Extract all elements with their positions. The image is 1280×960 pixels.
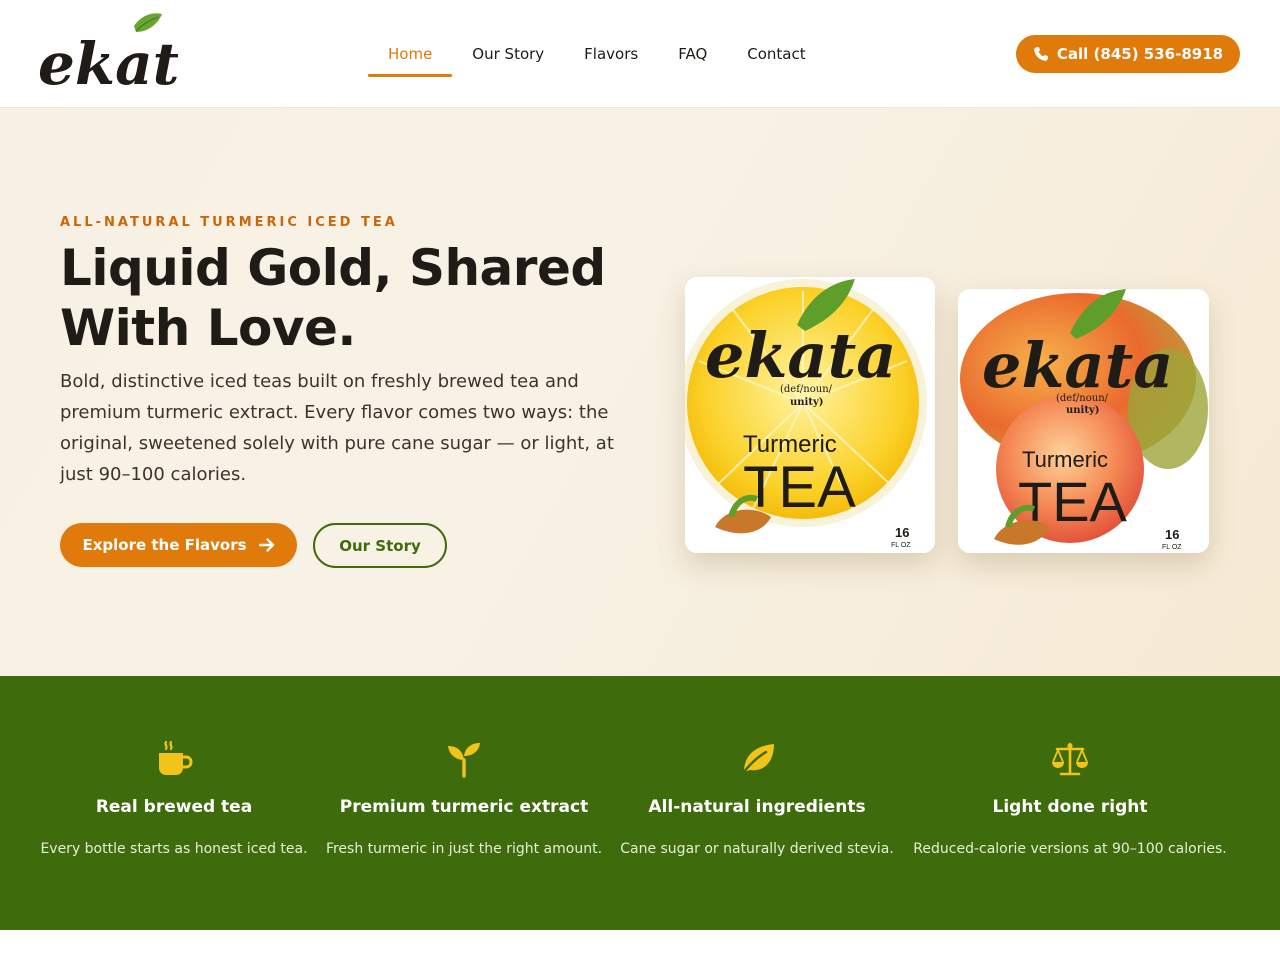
feature-description: Every bottle starts as honest iced tea. [40,841,308,857]
hero-section: ALL-NATURAL TURMERIC ICED TEA Liquid Gol… [0,108,1280,676]
features-section: Real brewed tea Every bottle starts as h… [0,676,1280,930]
svg-text:(def/noun/: (def/noun/ [1056,393,1109,404]
svg-text:16: 16 [895,525,909,540]
svg-text:TEA: TEA [743,455,856,520]
call-button-label: Call (845) 536-8918 [1056,45,1224,63]
leaf-icon [739,744,774,778]
nav-item-faq[interactable]: FAQ [658,0,727,108]
site-header: ekata Home Our Story Flavors FAQ Contact… [0,0,1280,108]
hero-eyebrow: ALL-NATURAL TURMERIC ICED TEA [60,215,398,230]
feature-title: All-natural ingredients [648,797,866,817]
product-image-lemon: ekata (def/noun/ unity) Turmeric TEA 16 … [685,277,935,553]
feature-light: Light done right Reduced-calorie version… [913,676,1227,930]
svg-text:FL OZ: FL OZ [1162,544,1182,551]
scale-balanced-icon [1052,742,1088,776]
ekata-logo[interactable]: ekata [38,12,217,98]
feature-natural: All-natural ingredients Cane sugar or na… [607,676,907,930]
feature-description: Fresh turmeric in just the right amount. [325,841,603,857]
hero-title: Liquid Gold, Shared With Love. [60,239,606,357]
feature-turmeric: Premium turmeric extract Fresh turmeric … [314,676,614,930]
feature-title: Light done right [992,797,1148,817]
svg-text:Turmeric: Turmeric [1022,447,1108,472]
svg-text:unity): unity) [1066,405,1100,416]
main-nav: Home Our Story Flavors FAQ Contact [368,0,826,108]
svg-text:unity): unity) [790,397,824,408]
feature-description: Cane sugar or naturally derived stevia. [620,841,894,857]
svg-text:Turmeric: Turmeric [743,431,837,458]
svg-text:ekata: ekata [982,329,1173,402]
svg-text:(def/noun/: (def/noun/ [780,384,833,395]
call-button[interactable]: Call (845) 536-8918 [1016,35,1240,73]
mug-hot-icon [159,740,193,775]
product-image-peach-mango: ekata (def/noun/ unity) Turmeric TEA 16 … [958,289,1209,553]
feature-description: Reduced-calorie versions at 90–100 calor… [913,841,1227,857]
hero-description: Bold, distinctive iced teas built on fre… [60,371,614,485]
feature-brewed-tea: Real brewed tea Every bottle starts as h… [24,676,324,930]
feature-title: Real brewed tea [95,797,253,817]
explore-flavors-label: Explore the Flavors [82,536,247,554]
explore-flavors-button[interactable]: Explore the Flavors [60,523,297,567]
nav-item-contact[interactable]: Contact [727,0,825,108]
svg-text:ekata: ekata [705,319,896,392]
feature-title: Premium turmeric extract [339,797,589,817]
phone-icon [1034,47,1048,61]
nav-item-our-story[interactable]: Our Story [452,0,564,108]
arrow-right-icon [258,538,274,552]
svg-text:FL OZ: FL OZ [891,542,911,549]
nav-item-home[interactable]: Home [368,0,453,108]
nav-item-flavors[interactable]: Flavors [564,0,658,108]
our-story-button[interactable]: Our Story [313,523,447,568]
svg-text:ekata: ekata [38,30,178,98]
svg-text:16: 16 [1165,527,1179,542]
seedling-icon [448,743,480,778]
